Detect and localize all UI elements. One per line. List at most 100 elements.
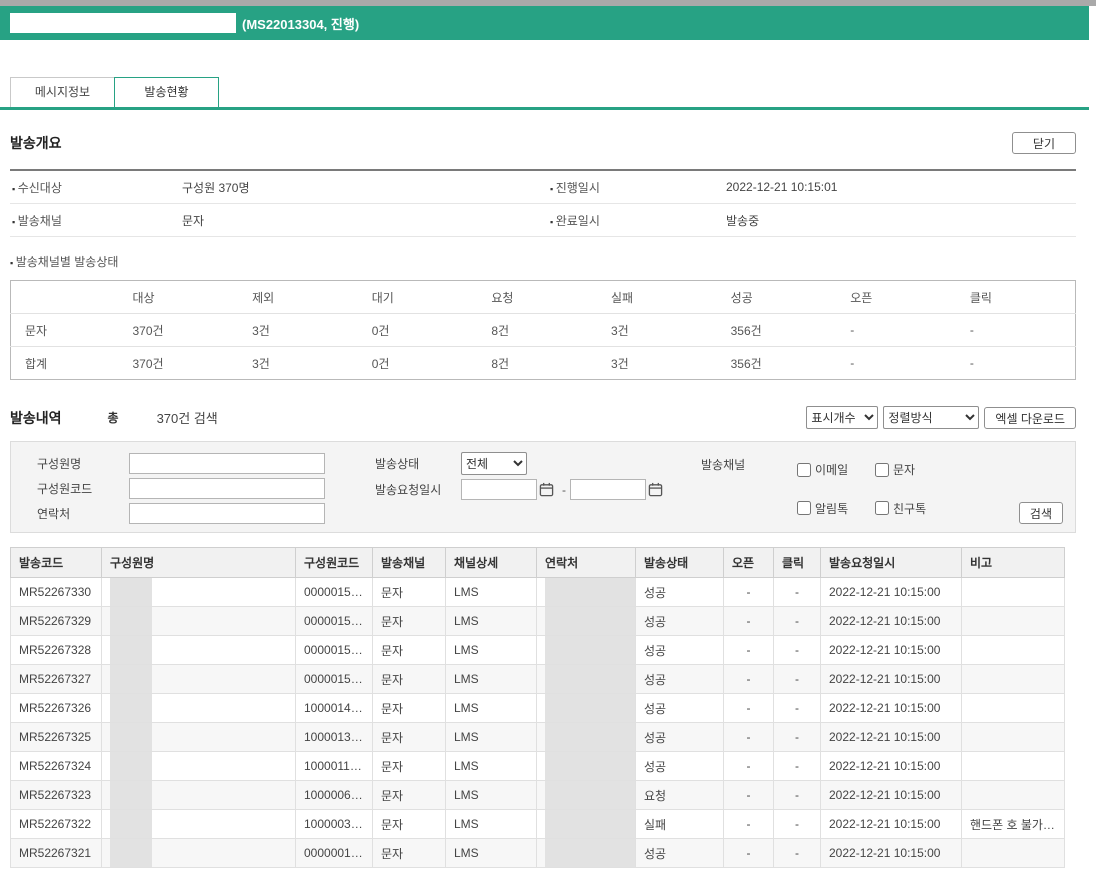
channel-checkbox-sms[interactable]: 문자	[875, 454, 953, 486]
table-cell	[961, 606, 1065, 636]
table-row: MR52267330 0000015726 문자 LMS 성공 - -2022-12-21 …	[10, 577, 1065, 607]
table-cell	[536, 606, 636, 636]
column-header: 클릭	[773, 547, 821, 578]
table-cell: 요청	[635, 780, 724, 810]
channel-checkbox-alimtalk[interactable]: 알림톡	[797, 493, 875, 525]
table-cell: 8건	[477, 313, 597, 347]
contact-input[interactable]	[129, 502, 325, 524]
redacted-text	[545, 723, 635, 751]
checkbox-label: 이메일	[815, 463, 849, 478]
filter-middle-column: 발송상태 전체 발송요청일시 -	[375, 452, 675, 524]
channel-checkbox-friendtalk[interactable]: 친구톡	[875, 493, 953, 525]
table-cell: MR52267323	[10, 780, 102, 810]
table-cell: 356건	[730, 356, 762, 371]
channel-status-title: 발송채널별 발송상태	[10, 253, 1076, 270]
column-header: 구성원코드	[295, 547, 373, 578]
redacted-text	[545, 839, 635, 867]
sms-checkbox[interactable]	[875, 462, 889, 477]
excel-download-button[interactable]: 엑셀 다운로드	[984, 406, 1076, 429]
date-range-dash: -	[562, 482, 566, 497]
table-cell: 1000006789	[295, 780, 373, 810]
table-cell: 문자	[372, 838, 446, 868]
table-cell	[536, 664, 636, 694]
field-label: 수신대상	[10, 179, 182, 196]
table-cell: -	[723, 780, 774, 810]
main-content: 발송개요 닫기 수신대상 구성원 370명 진행일시 2022-12-21 10…	[0, 132, 1086, 868]
table-cell: 0000015015	[295, 664, 373, 694]
table-cell	[101, 577, 296, 607]
redacted-text	[545, 694, 635, 722]
email-checkbox[interactable]	[797, 462, 811, 477]
send-status-select[interactable]: 전체	[461, 452, 527, 475]
table-cell: 1000014737	[295, 693, 373, 723]
column-header: 구성원명	[101, 547, 296, 578]
table-cell: 3건	[597, 313, 717, 347]
table-cell	[101, 809, 296, 839]
checkbox-label: 친구톡	[893, 501, 927, 516]
friendtalk-checkbox[interactable]	[875, 501, 889, 516]
table-cell: -	[773, 577, 821, 607]
member-name-label: 구성원명	[37, 456, 82, 471]
field-value: 2022-12-21 10:15:01	[726, 180, 838, 194]
table-cell: MR52267327	[10, 664, 102, 694]
calendar-icon[interactable]	[646, 482, 665, 497]
checkbox-label: 문자	[893, 463, 916, 478]
table-cell: -	[723, 664, 774, 694]
column-header: 오픈	[723, 547, 774, 578]
total-count: 370건 검색	[156, 411, 218, 426]
search-button[interactable]: 검색	[1018, 502, 1063, 524]
redacted-text	[110, 694, 152, 722]
table-cell: -	[773, 751, 821, 781]
total-label: 총	[107, 411, 119, 425]
header-row: 대상 제외 대기 요청 실패 성공 오픈 클릭	[10, 280, 1076, 314]
table-cell: 성공	[635, 693, 724, 723]
column-header: 오픈	[836, 280, 956, 314]
table-cell	[101, 693, 296, 723]
member-name-input[interactable]	[129, 452, 325, 474]
table-cell: 성공	[635, 838, 724, 868]
table-cell: 370건	[118, 313, 239, 347]
table-cell: 2022-12-21 10:15:00	[820, 809, 962, 839]
redacted-text	[110, 723, 152, 751]
table-cell	[961, 838, 1065, 868]
table-cell: 문자	[372, 693, 446, 723]
table-cell: 문자	[10, 313, 119, 347]
info-row: 발송채널 문자 완료일시 발송중	[10, 204, 1076, 237]
table-cell	[536, 635, 636, 665]
table-cell: MR52267328	[10, 635, 102, 665]
table-cell: -	[723, 751, 774, 781]
field-label: 진행일시	[548, 179, 726, 196]
tab-message-info[interactable]: 메시지정보	[10, 77, 115, 107]
table-cell: 문자	[372, 751, 446, 781]
table-row: MR52267321 0000001840 문자 LMS 성공 - -2022-12-21 …	[10, 838, 1065, 868]
table-row: MR52267325 1000013260 문자 LMS 성공 - -2022-12-21 …	[10, 722, 1065, 752]
table-cell: MR52267322	[10, 809, 102, 839]
column-header: 대기	[357, 280, 478, 314]
table-cell: MR52267325	[10, 722, 102, 752]
tab-send-status[interactable]: 발송현황	[114, 77, 219, 107]
request-date-to-input[interactable]	[570, 479, 646, 500]
request-date-from-input[interactable]	[461, 479, 537, 500]
redacted-text	[110, 839, 152, 867]
channel-checkbox-email[interactable]: 이메일	[797, 454, 875, 486]
table-cell: -	[773, 635, 821, 665]
table-cell: -	[773, 809, 821, 839]
field-value: 구성원 370명	[182, 180, 250, 195]
table-cell: 2022-12-21 10:15:00	[820, 838, 962, 868]
column-header: 발송요청일시	[820, 547, 962, 578]
overview-info-grid: 수신대상 구성원 370명 진행일시 2022-12-21 10:15:01 발…	[10, 169, 1076, 237]
table-cell: -	[723, 809, 774, 839]
alimtalk-checkbox[interactable]	[797, 501, 811, 516]
member-code-input[interactable]	[129, 477, 325, 499]
table-cell	[961, 751, 1065, 781]
page-size-select[interactable]: 표시개수	[806, 406, 879, 429]
table-cell: LMS	[445, 838, 537, 868]
search-filter-panel: 구성원명 구성원코드 연락처 발송상태 전체 발송요청일시 - 발송채널 이메일…	[10, 441, 1076, 533]
table-row: MR52267326 1000014737 문자 LMS 성공 - -2022-12-21 …	[10, 693, 1065, 723]
close-button[interactable]: 닫기	[1011, 132, 1076, 154]
sort-select[interactable]: 정렬방식	[883, 406, 980, 429]
table-cell: MR52267329	[10, 606, 102, 636]
calendar-icon[interactable]	[537, 482, 556, 497]
table-cell: 합계	[25, 356, 48, 371]
table-cell: 문자	[372, 606, 446, 636]
